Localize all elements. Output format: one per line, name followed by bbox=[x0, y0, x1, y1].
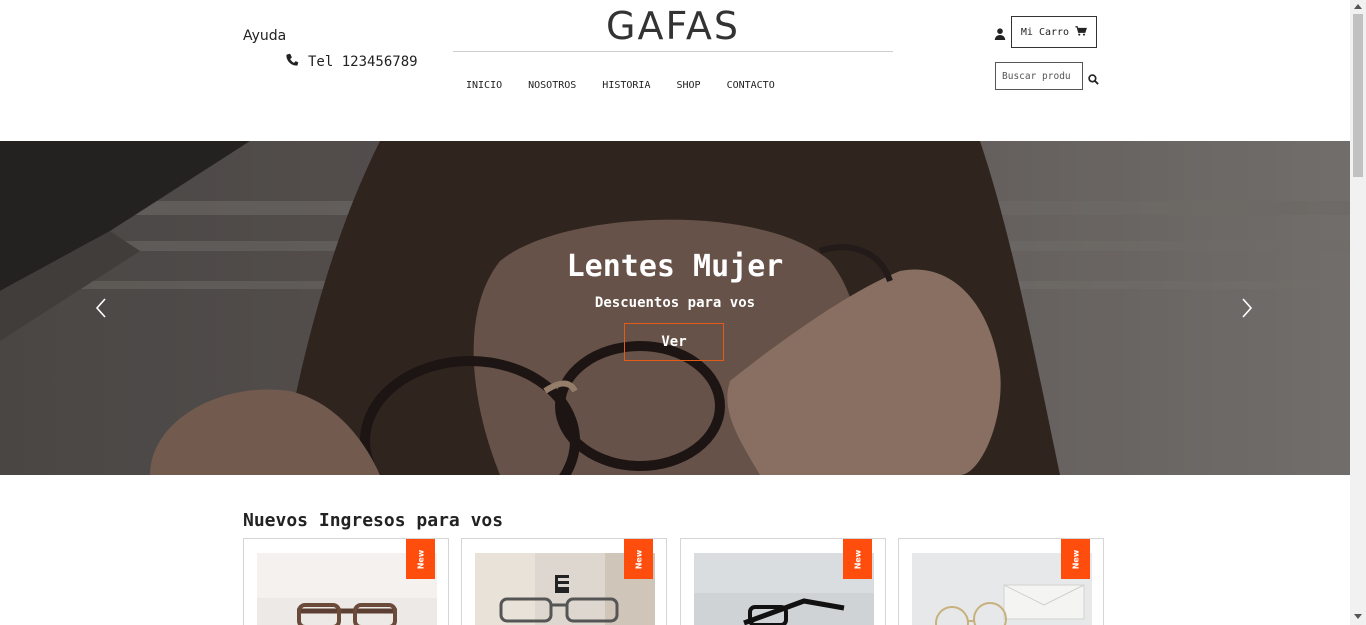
badge-label: New bbox=[633, 549, 643, 569]
help-link[interactable]: Ayuda bbox=[243, 28, 286, 44]
search-input[interactable] bbox=[995, 62, 1083, 90]
chevron-right-icon bbox=[1241, 298, 1253, 322]
carousel-prev[interactable] bbox=[95, 298, 107, 318]
new-badge: New bbox=[843, 539, 872, 579]
cart-icon bbox=[1075, 25, 1088, 40]
cart-button[interactable]: Mi Carro bbox=[1011, 16, 1097, 48]
product-card[interactable]: New bbox=[898, 538, 1104, 625]
hero-subtitle: Descuentos para vos bbox=[594, 295, 756, 311]
badge-label: New bbox=[415, 549, 425, 569]
hero-view-button[interactable]: Ver bbox=[624, 323, 724, 361]
main-nav: INICIO NOSOTROS HISTORIA SHOP CONTACTO bbox=[466, 80, 775, 91]
nav-item-historia[interactable]: HISTORIA bbox=[602, 80, 650, 91]
nav-item-shop[interactable]: SHOP bbox=[676, 80, 700, 91]
new-badge: New bbox=[406, 539, 435, 579]
cart-label: Mi Carro bbox=[1020, 26, 1070, 38]
chevron-left-icon bbox=[95, 298, 107, 322]
product-card[interactable]: New bbox=[680, 538, 886, 625]
scroll-up-arrow[interactable] bbox=[1354, 4, 1362, 9]
site-logo[interactable]: GAFAS bbox=[453, 4, 893, 48]
new-badge: New bbox=[1061, 539, 1090, 579]
new-badge: New bbox=[624, 539, 653, 579]
nav-item-inicio[interactable]: INICIO bbox=[466, 80, 502, 91]
page-scrollbar[interactable] bbox=[1350, 0, 1366, 625]
scrollbar-thumb[interactable] bbox=[1353, 14, 1363, 177]
carousel-next[interactable] bbox=[1241, 298, 1253, 318]
nav-item-contacto[interactable]: CONTACTO bbox=[727, 80, 775, 91]
badge-label: New bbox=[1070, 549, 1080, 569]
phone-number: Tel 123456789 bbox=[308, 53, 418, 70]
phone-contact[interactable]: Tel 123456789 bbox=[285, 52, 418, 71]
nav-item-nosotros[interactable]: NOSOTROS bbox=[528, 80, 576, 91]
hero-title: Lentes Mujer bbox=[566, 249, 784, 284]
hero-banner: Lentes Mujer Descuentos para vos Ver bbox=[0, 141, 1350, 475]
page: Ayuda Tel 123456789 GAFAS INICIO NOSOTRO… bbox=[0, 0, 1350, 625]
product-card[interactable]: New bbox=[243, 538, 449, 625]
section-title: Nuevos Ingresos para vos bbox=[243, 510, 504, 531]
badge-label: New bbox=[852, 549, 862, 569]
phone-icon bbox=[285, 52, 300, 71]
logo-divider bbox=[453, 51, 893, 52]
scroll-down-arrow[interactable] bbox=[1354, 614, 1362, 619]
product-card[interactable]: New bbox=[461, 538, 667, 625]
search-icon[interactable] bbox=[1088, 70, 1099, 85]
user-icon[interactable] bbox=[994, 25, 1006, 40]
